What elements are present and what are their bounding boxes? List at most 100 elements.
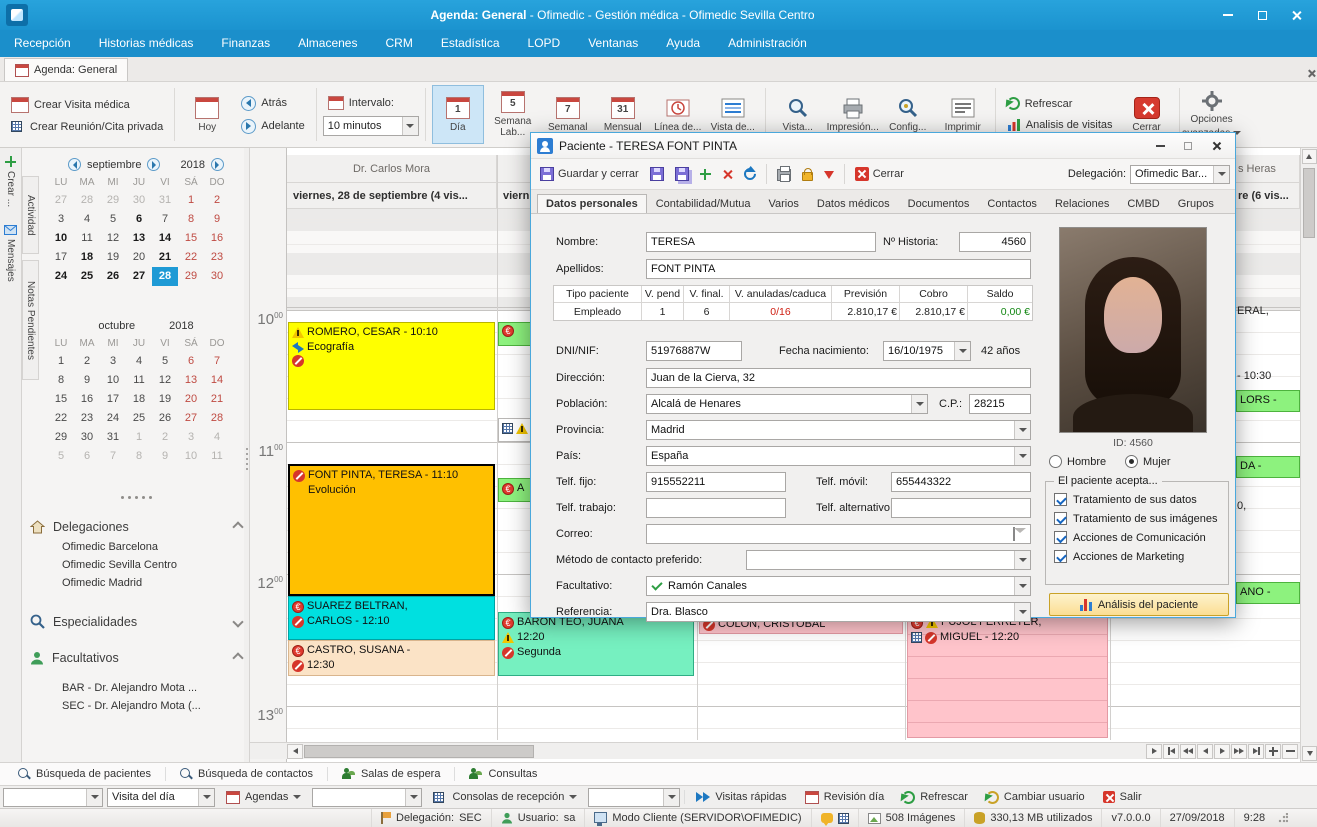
tab-varios[interactable]: Varios bbox=[760, 194, 808, 213]
calendar-day[interactable]: 30 bbox=[74, 428, 100, 447]
menu-administracion[interactable]: Administración bbox=[714, 30, 821, 57]
calendar-day[interactable]: 14 bbox=[152, 229, 178, 248]
calendar-day[interactable]: 7 bbox=[100, 447, 126, 466]
cambiar-usuario-button[interactable]: Cambiar usuario bbox=[979, 790, 1092, 805]
calendar-day[interactable]: 29 bbox=[178, 267, 204, 286]
calendar-day[interactable]: 4 bbox=[126, 352, 152, 371]
section-especialidades[interactable]: Especialidades bbox=[22, 610, 250, 633]
tab-relaciones[interactable]: Relaciones bbox=[1046, 194, 1118, 213]
calendar-day[interactable]: 27 bbox=[178, 409, 204, 428]
dni-input[interactable] bbox=[646, 341, 742, 361]
calendar-day[interactable]: 15 bbox=[178, 229, 204, 248]
calendar-day[interactable]: 8 bbox=[126, 447, 152, 466]
analisis-paciente-button[interactable]: Análisis del paciente bbox=[1049, 593, 1229, 616]
menu-lopd[interactable]: LOPD bbox=[514, 30, 575, 57]
telf-movil-input[interactable] bbox=[891, 472, 1031, 492]
next-month-button[interactable] bbox=[147, 158, 160, 171]
calendar-day[interactable]: 27 bbox=[48, 191, 74, 210]
agendas-button[interactable]: Agendas bbox=[219, 790, 308, 805]
checkbox-tratamiento-imagenes[interactable]: Tratamiento de sus imágenes bbox=[1046, 509, 1228, 528]
direccion-input[interactable] bbox=[646, 368, 1031, 388]
delegacion-item-sevilla[interactable]: Ofimedic Sevilla Centro bbox=[22, 556, 250, 574]
dialog-maximize-button[interactable] bbox=[1175, 136, 1201, 156]
atras-button[interactable]: Atrás bbox=[236, 94, 309, 113]
calendar-day[interactable]: 24 bbox=[100, 409, 126, 428]
chevron-down-icon[interactable] bbox=[405, 789, 421, 806]
menu-almacenes[interactable]: Almacenes bbox=[284, 30, 371, 57]
quick-combo-3[interactable] bbox=[588, 788, 680, 807]
fecha-nacimiento-combo[interactable]: 16/10/1975 bbox=[883, 341, 971, 361]
tab-cmbd[interactable]: CMBD bbox=[1118, 194, 1168, 213]
calendar-day[interactable]: 10 bbox=[178, 447, 204, 466]
crear-visita-button[interactable]: Crear Visita médica bbox=[6, 95, 168, 115]
chevron-down-icon[interactable] bbox=[1014, 421, 1030, 439]
calendar-day[interactable]: 11 bbox=[126, 371, 152, 390]
horizontal-scrollbar[interactable] bbox=[250, 742, 1300, 759]
calendar-day[interactable]: 22 bbox=[48, 409, 74, 428]
menu-ayuda[interactable]: Ayuda bbox=[652, 30, 714, 57]
pais-combo[interactable]: España bbox=[646, 446, 1031, 466]
calendar-day[interactable]: 9 bbox=[74, 371, 100, 390]
eliminar-button[interactable] bbox=[718, 167, 737, 182]
calendar-day[interactable]: 10 bbox=[48, 229, 74, 248]
calendar-day[interactable]: 8 bbox=[48, 371, 74, 390]
appointment-fragment[interactable]: ANO - bbox=[1236, 582, 1300, 604]
tab-agenda-general[interactable]: Agenda: General bbox=[4, 58, 128, 81]
chevron-down-icon[interactable] bbox=[1014, 551, 1030, 569]
calendar-day[interactable]: 6 bbox=[126, 210, 152, 229]
consolas-recepcion-button[interactable]: Consolas de recepción bbox=[426, 790, 584, 804]
visita-del-dia-combo[interactable]: Visita del día bbox=[107, 788, 215, 807]
calendar-day[interactable]: 14 bbox=[204, 371, 230, 390]
calendar-day[interactable]: 6 bbox=[74, 447, 100, 466]
calendar-day[interactable]: 16 bbox=[204, 229, 230, 248]
calendar-day[interactable]: 18 bbox=[74, 248, 100, 267]
menu-crm[interactable]: CRM bbox=[371, 30, 426, 57]
calendar-day[interactable]: 25 bbox=[74, 267, 100, 286]
calendar-day[interactable]: 7 bbox=[204, 352, 230, 371]
calendar-day[interactable]: 11 bbox=[204, 447, 230, 466]
calendar-day[interactable]: 15 bbox=[48, 390, 74, 409]
gender-radio-hombre[interactable]: Hombre bbox=[1049, 455, 1106, 468]
quick-combo-1[interactable] bbox=[3, 788, 103, 807]
vertical-tab-actividad[interactable]: Actividad bbox=[22, 176, 39, 254]
calendar-day[interactable]: 18 bbox=[126, 390, 152, 409]
chevron-down-icon[interactable] bbox=[954, 342, 970, 360]
nav-last-icon[interactable] bbox=[1248, 744, 1264, 759]
appointment-fragment[interactable]: LORS - bbox=[1236, 390, 1300, 412]
tab-documentos[interactable]: Documentos bbox=[899, 194, 979, 213]
checkbox-tratamiento-datos[interactable]: Tratamiento de sus datos bbox=[1046, 490, 1228, 509]
imprimir-paciente-button[interactable] bbox=[773, 165, 795, 183]
tab-contactos[interactable]: Contactos bbox=[978, 194, 1046, 213]
calendar-day[interactable]: 3 bbox=[100, 352, 126, 371]
calendar-day[interactable]: 6 bbox=[178, 352, 204, 371]
tab-contabilidad[interactable]: Contabilidad/Mutua bbox=[647, 194, 760, 213]
calendar-day[interactable]: 5 bbox=[48, 447, 74, 466]
calendar-day[interactable]: 23 bbox=[74, 409, 100, 428]
scroll-up-button[interactable] bbox=[1302, 149, 1317, 164]
calendar-day[interactable]: 13 bbox=[178, 371, 204, 390]
guardar-button[interactable] bbox=[646, 165, 668, 183]
calendar-day[interactable]: 22 bbox=[178, 248, 204, 267]
calendar-day[interactable]: 10 bbox=[100, 371, 126, 390]
calendar-day[interactable]: 25 bbox=[126, 409, 152, 428]
vertical-scrollbar[interactable] bbox=[1300, 148, 1317, 762]
calendar-day[interactable]: 4 bbox=[74, 210, 100, 229]
calendar-day[interactable]: 17 bbox=[100, 390, 126, 409]
calendar-day[interactable]: 9 bbox=[204, 210, 230, 229]
maximize-button[interactable] bbox=[1245, 3, 1279, 27]
deshacer-button[interactable] bbox=[740, 166, 760, 182]
calendar-day[interactable]: 29 bbox=[48, 428, 74, 447]
metodo-contacto-combo[interactable] bbox=[746, 550, 1031, 570]
prev-month-button[interactable] bbox=[68, 158, 81, 171]
chevron-down-icon[interactable] bbox=[1014, 447, 1030, 465]
appointment-suarez[interactable]: €SUAREZ BELTRAN, CARLOS - 12:10 bbox=[288, 596, 495, 640]
appointment-pujol[interactable]: €PUJOL FERRETER, MIGUEL - 12:20 bbox=[907, 612, 1108, 738]
appointment-fragment[interactable]: DA - bbox=[1236, 456, 1300, 478]
calendar-day[interactable]: 1 bbox=[126, 428, 152, 447]
busqueda-pacientes-button[interactable]: Búsqueda de pacientes bbox=[8, 763, 161, 785]
calendar-day[interactable]: 16 bbox=[74, 390, 100, 409]
calendar-day[interactable]: 20 bbox=[126, 248, 152, 267]
crear-vertical-tab[interactable]: Crear ... bbox=[5, 156, 16, 207]
quick-combo-2[interactable] bbox=[312, 788, 422, 807]
chevron-down-icon[interactable] bbox=[1014, 603, 1030, 621]
